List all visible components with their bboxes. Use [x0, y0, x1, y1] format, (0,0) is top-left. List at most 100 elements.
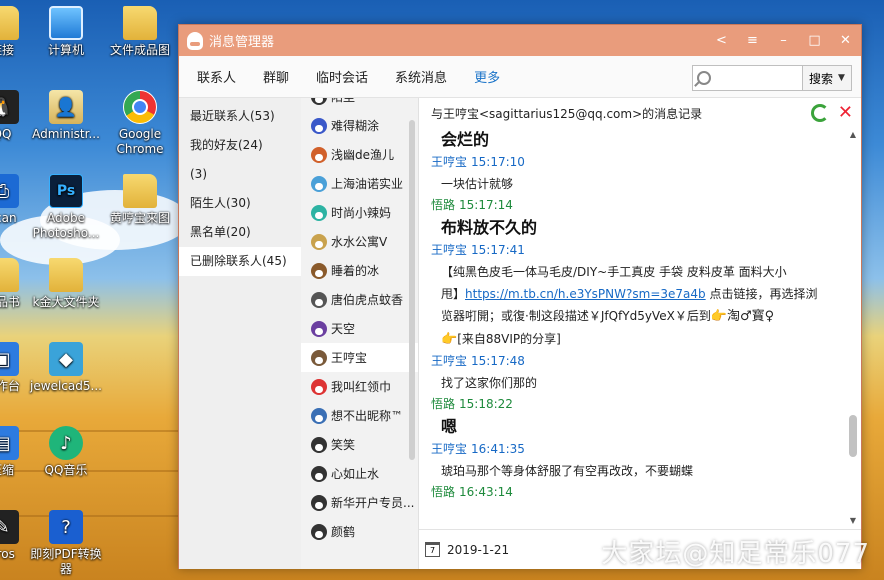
qq-penguin-icon [187, 31, 203, 50]
emoji-icons: 👉淘♂寳♀ [710, 309, 775, 324]
contact-item[interactable]: 颜鹤 [301, 517, 418, 546]
desktop-icon-chrome[interactable]: Google Chrome [104, 90, 176, 157]
delete-icon[interactable]: ✕ [838, 104, 853, 122]
contact-item[interactable]: 难得糊涂 [301, 111, 418, 140]
scroll-thumb[interactable] [849, 415, 857, 457]
contact-item[interactable]: 笑笑 [301, 430, 418, 459]
group-item-friends[interactable]: 我的好友(24) [179, 131, 301, 160]
dropdown-arrow-icon[interactable]: ▼ [838, 73, 845, 83]
folder-icon [123, 174, 157, 208]
contact-item[interactable]: 浅幽de渔儿 [301, 140, 418, 169]
message-meta: 王哼宝 15:17:10 [431, 155, 525, 169]
tab-more[interactable]: 更多 [474, 67, 500, 86]
desktop-icon-pdf-converter[interactable]: ? 即刻PDF转换器 [30, 510, 102, 577]
contact-item[interactable]: 我叫红领巾 [301, 372, 418, 401]
contact-item[interactable]: 水水公寓V [301, 227, 418, 256]
group-item-strangers[interactable]: 陌生人(30) [179, 189, 301, 218]
title-bar: 消息管理器 < ≡ – □ ✕ [179, 25, 861, 56]
folder-icon [49, 258, 83, 292]
message-text: 找了这家你们那的 [441, 376, 538, 390]
desktop-icon-k-gold-folder[interactable]: k金大文件夹 [30, 258, 102, 310]
tab-system-messages[interactable]: 系统消息 [395, 67, 447, 86]
group-item-recent[interactable]: 最近联系人(53) [179, 102, 301, 131]
contact-item-selected[interactable]: 王哼宝 [301, 343, 418, 372]
avatar [311, 262, 327, 279]
avatar [311, 523, 327, 540]
taobao-link[interactable]: https://m.tb.cn/h.e3YsPNW?sm=3e7a4b [465, 287, 706, 301]
message-text-large: 布料放不久的 [441, 218, 538, 237]
scan-icon: ⎙ [0, 174, 19, 208]
folder-icon [0, 6, 19, 40]
maximize-button[interactable]: □ [799, 25, 830, 56]
qq-music-icon: ♪ [49, 426, 83, 460]
chat-header-title: 与王哼宝<sagittarius125@qq.com>的消息记录 [431, 106, 703, 121]
message-meta: 悟路 16:43:14 [431, 485, 513, 499]
close-button[interactable]: ✕ [830, 25, 861, 56]
refresh-icon[interactable] [810, 104, 829, 122]
desktop-icon-photoshop[interactable]: Ps Adobe Photosho... [30, 174, 102, 241]
pdf-icon: ? [49, 510, 83, 544]
group-item-unnamed[interactable]: (3) [179, 160, 301, 189]
contact-item[interactable]: 想不出昵称™ [301, 401, 418, 430]
avatar [311, 233, 327, 250]
menu-button[interactable]: ≡ [737, 25, 768, 56]
pointing-hand-icon: 👉 [441, 332, 458, 347]
avatar [311, 146, 327, 163]
avatar [311, 407, 327, 424]
back-button[interactable]: < [706, 25, 737, 56]
scroll-up-icon[interactable]: ▲ [847, 130, 859, 139]
photoshop-icon: Ps [49, 174, 83, 208]
tab-contacts[interactable]: 联系人 [197, 67, 236, 86]
folder-icon [0, 258, 19, 292]
app-icon: ▣ [0, 342, 19, 376]
group-list: 最近联系人(53) 我的好友(24) (3) 陌生人(30) 黑名单(20) 已… [179, 98, 301, 569]
calendar-icon[interactable]: 7 [425, 542, 440, 557]
contact-item[interactable]: 天空 [301, 314, 418, 343]
group-item-blacklist[interactable]: 黑名单(20) [179, 218, 301, 247]
desktop-icon-qq-music[interactable]: ♪ QQ音乐 [30, 426, 102, 478]
avatar [311, 175, 327, 192]
message-manager-window: 消息管理器 < ≡ – □ ✕ 联系人 群聊 临时会话 系统消息 更多 搜索 ▼… [178, 24, 862, 569]
desktop-icon-folder-images[interactable]: 黄哼宝来图 [104, 174, 176, 226]
folder-icon [123, 6, 157, 40]
contact-item[interactable]: 新华开户专员... [301, 488, 418, 517]
user-folder-icon: 👤 [49, 90, 83, 124]
contact-item[interactable]: 时尚小辣妈 [301, 198, 418, 227]
chat-scrollbar[interactable]: ▲ ▼ [847, 130, 859, 525]
message-text-large: 会烂的 [441, 130, 490, 149]
tab-temp-session[interactable]: 临时会话 [316, 67, 368, 86]
avatar [311, 465, 327, 482]
message-taobao-share: 【纯黑色皮毛一体马毛皮/DIY~手工真皮 手袋 皮料皮革 面料大小 甩】http… [431, 261, 837, 351]
desktop-icon-jewelcad[interactable]: ◆ jewelcad5... [30, 342, 102, 394]
scroll-down-icon[interactable]: ▼ [847, 516, 859, 525]
search-field [693, 66, 803, 90]
avatar [311, 204, 327, 221]
qq-icon: 🐧 [0, 90, 19, 124]
chrome-icon [123, 90, 157, 124]
message-text-large: 嗯 [441, 417, 458, 436]
search-input[interactable] [714, 71, 794, 85]
search-button[interactable]: 搜索 ▼ [803, 66, 851, 90]
desktop-icon-computer[interactable]: 计算机 [30, 6, 102, 58]
computer-icon [49, 6, 83, 40]
message-log: 会烂的 王哼宝 15:17:10 一块估计就够 悟路 15:17:14 布料放不久的… [419, 128, 861, 529]
chat-header: 与王哼宝<sagittarius125@qq.com>的消息记录 ✕ [419, 98, 861, 128]
contact-scrollbar[interactable] [409, 120, 415, 460]
contact-item[interactable]: 上海油诺实业 [301, 169, 418, 198]
contact-item[interactable]: 睡着的冰 [301, 256, 418, 285]
search-icon [697, 71, 711, 85]
message-text: 一块估计就够 [441, 177, 514, 191]
contact-item[interactable]: 唐伯虎点蚊香 [301, 285, 418, 314]
message-meta: 王哼宝 16:41:35 [431, 442, 525, 456]
avatar [311, 349, 327, 366]
selected-date[interactable]: 2019-1-21 [447, 543, 509, 557]
desktop-icon-administrator[interactable]: 👤 Administr... [30, 90, 102, 142]
contact-item[interactable]: 陌尘 [301, 98, 418, 111]
desktop-icon-folder-products[interactable]: 文件成品图 [104, 6, 176, 58]
tab-group-chat[interactable]: 群聊 [263, 67, 289, 86]
minimize-button[interactable]: – [768, 25, 799, 56]
message-meta: 王哼宝 15:17:48 [431, 354, 525, 368]
avatar [311, 291, 327, 308]
group-item-deleted[interactable]: 已删除联系人(45) [179, 247, 301, 276]
contact-item[interactable]: 心如止水 [301, 459, 418, 488]
